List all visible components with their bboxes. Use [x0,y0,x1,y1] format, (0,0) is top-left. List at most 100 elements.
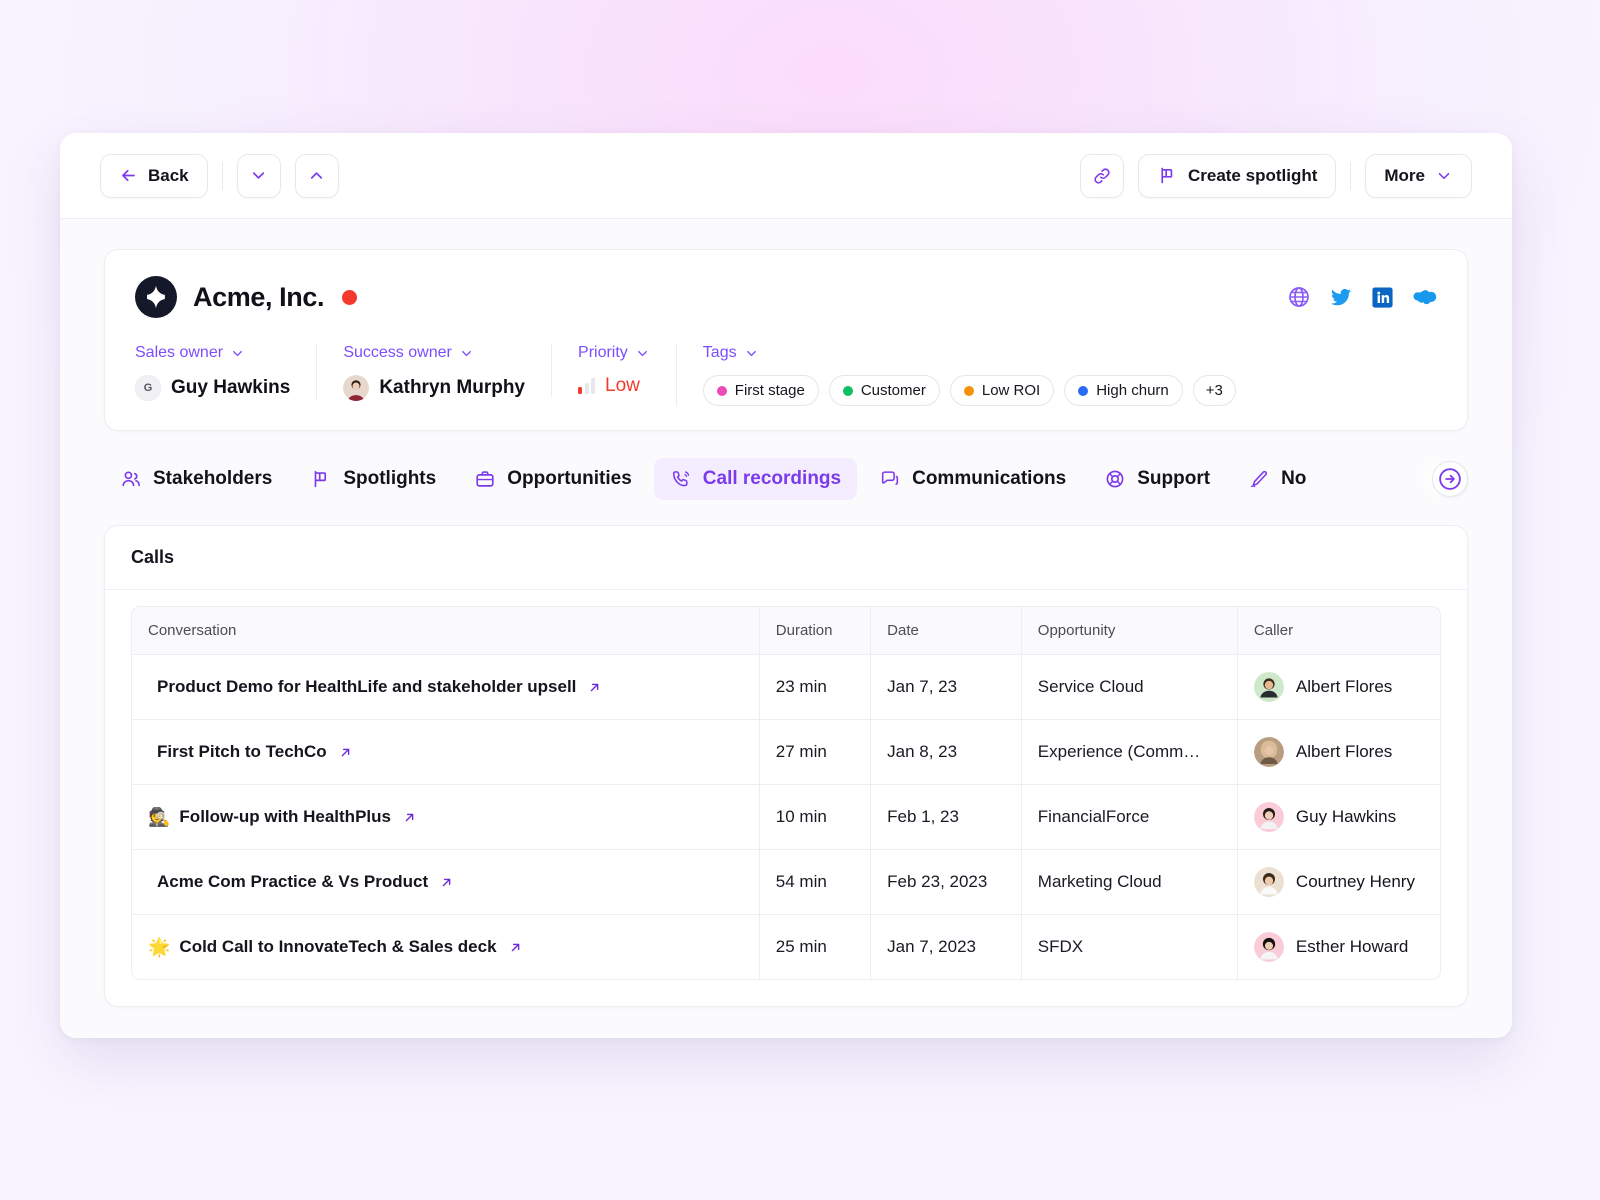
success-owner-name: Kathryn Murphy [379,377,526,398]
phone-icon [670,468,692,490]
cell-conversation[interactable]: 🌟 Cold Call to InnovateTech & Sales deck [131,915,760,980]
sales-owner-label[interactable]: Sales owner [135,344,290,362]
conversation-title: Acme Com Practice & Vs Product [157,872,429,891]
linkedin-icon[interactable] [1371,286,1394,309]
next-record-button[interactable] [294,153,339,198]
tag-chip[interactable]: Customer [828,375,940,406]
conversation-title: First Pitch to TechCo [157,742,327,761]
tags-field: Tags First stage Customer Low ROI High c… [675,344,1262,406]
salesforce-icon[interactable] [1412,285,1437,310]
previous-record-button[interactable] [236,153,281,198]
success-owner-field: Success owner Kathryn Murphy [316,344,551,401]
external-link-icon[interactable] [439,875,454,890]
sales-owner-value[interactable]: G Guy Hawkins [135,375,290,401]
tag-chip[interactable]: First stage [702,375,819,406]
tab-call-recordings[interactable]: Call recordings [653,458,858,500]
caller-name: Albert Flores [1295,742,1393,761]
tab-stakeholders[interactable]: Stakeholders [104,458,288,500]
column-header-date[interactable]: Date [871,606,1022,655]
column-header-opportunity[interactable]: Opportunity [1021,606,1238,655]
external-link-icon[interactable] [508,940,523,955]
tab-notes[interactable]: No [1232,458,1322,500]
external-link-icon[interactable] [338,745,353,760]
cell-conversation[interactable]: Acme Com Practice & Vs Product [131,850,760,915]
social-links [1287,285,1437,310]
cell-duration: 54 min [759,850,872,915]
cell-conversation[interactable]: Product Demo for HealthLife and stakehol… [131,655,760,720]
tab-label: Support [1137,468,1211,489]
tags-label[interactable]: Tags [703,344,1236,362]
row-emoji-icon: 🕵️ [148,806,171,827]
success-owner-value[interactable]: Kathryn Murphy [343,375,525,401]
cell-date: Feb 1, 23 [871,785,1022,850]
tags-label-text: Tags [702,344,737,361]
caller-name: Esther Howard [1295,937,1409,956]
cell-opportunity: FinancialForce [1021,785,1238,850]
create-spotlight-label: Create spotlight [1187,165,1318,185]
tab-label: Call recordings [702,468,842,489]
tag-color-dot [842,385,853,396]
table-row[interactable]: 🕵️ Follow-up with HealthPlus 10 min Feb … [131,785,1441,850]
external-link-icon[interactable] [402,810,417,825]
column-header-conversation[interactable]: Conversation [131,606,760,655]
toolbar-right-group: Create spotlight More [1079,153,1472,198]
back-button[interactable]: Back [100,153,208,198]
table-row[interactable]: Product Demo for HealthLife and stakehol… [131,655,1441,720]
account-info-card: Acme, Inc. Sales owner G Guy Hawkins Suc… [104,249,1468,431]
calls-card-header: Calls [105,526,1467,590]
cell-conversation[interactable]: 🕵️ Follow-up with HealthPlus [131,785,760,850]
create-spotlight-button[interactable]: Create spotlight [1137,153,1337,198]
copy-link-button[interactable] [1079,153,1124,198]
arrow-right-circle-icon [1437,466,1463,492]
cell-duration: 25 min [759,915,872,980]
table-row[interactable]: Acme Com Practice & Vs Product 54 min Fe… [131,850,1441,915]
conversation-title: Cold Call to InnovateTech & Sales deck [179,937,497,956]
tab-spotlights[interactable]: Spotlights [294,458,452,500]
chevron-down-icon [1435,167,1453,185]
success-owner-label[interactable]: Success owner [343,344,525,362]
toolbar-left-group: Back [100,153,339,198]
table-body: Product Demo for HealthLife and stakehol… [131,655,1441,980]
chevron-down-icon [249,166,268,185]
table-row[interactable]: 🌟 Cold Call to InnovateTech & Sales deck… [131,915,1441,980]
tag-chip[interactable]: Low ROI [949,375,1055,406]
avatar [343,375,370,401]
avatar [1253,672,1284,702]
twitter-icon[interactable] [1329,285,1353,309]
people-icon [120,468,142,490]
calls-card: Calls Conversation Duration Date Opportu… [104,525,1468,1007]
tab-support[interactable]: Support [1088,458,1226,500]
column-header-duration[interactable]: Duration [759,606,872,655]
tag-label: Customer [860,382,926,399]
cell-date: Jan 7, 23 [871,655,1022,720]
cell-opportunity: Service Cloud [1021,655,1238,720]
sales-owner-label-text: Sales owner [135,344,224,361]
cell-opportunity: Marketing Cloud [1021,850,1238,915]
tab-opportunities[interactable]: Opportunities [458,458,648,500]
table-row[interactable]: First Pitch to TechCo 27 min Jan 8, 23 E… [131,720,1441,785]
app-window: Back Create spotlight More Acme, Inc. Sa… [60,133,1512,1038]
tag-chip[interactable]: High churn [1064,375,1183,406]
conversation-title: Product Demo for HealthLife and stakehol… [157,677,577,696]
tab-communications[interactable]: Communications [863,458,1082,500]
toolbar-divider-right [1350,161,1352,190]
priority-value[interactable]: Low [578,375,650,397]
caller-name: Albert Flores [1295,677,1393,696]
tab-bar: Stakeholders Spotlights Opportunities Ca… [104,453,1468,505]
priority-label[interactable]: Priority [578,344,650,362]
tabs-scroll-right-button[interactable] [1432,461,1468,497]
cell-date: Feb 23, 2023 [871,850,1022,915]
chevron-up-icon [307,166,326,185]
cell-opportunity: Experience (Comm… [1021,720,1238,785]
tags-overflow-badge[interactable]: +3 [1192,375,1236,406]
calls-table: Conversation Duration Date Opportunity C… [131,606,1441,980]
more-button-label: More [1384,165,1425,185]
cell-conversation[interactable]: First Pitch to TechCo [131,720,760,785]
external-link-icon[interactable] [587,680,602,695]
globe-icon[interactable] [1287,285,1311,309]
more-button[interactable]: More [1365,153,1472,198]
calls-title: Calls [131,547,175,567]
avatar [1253,802,1284,832]
chevron-down-icon [635,346,650,361]
column-header-caller[interactable]: Caller [1237,606,1441,655]
